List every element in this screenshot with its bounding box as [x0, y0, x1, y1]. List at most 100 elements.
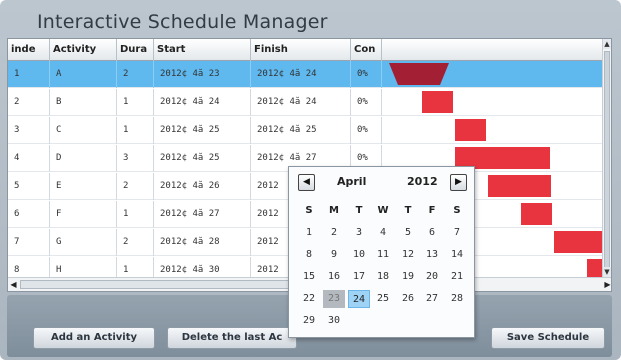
- calendar-day[interactable]: 9: [323, 246, 345, 264]
- cell-index[interactable]: 3: [8, 117, 50, 144]
- column-header-activity[interactable]: Activity: [50, 39, 117, 61]
- weekday-label: S: [305, 205, 313, 216]
- calendar-day[interactable]: 16: [323, 268, 345, 286]
- cell-activity[interactable]: A: [50, 61, 117, 88]
- cell-start[interactable]: 2012¢ 4ă 24: [154, 89, 251, 116]
- cell-start[interactable]: 2012¢ 4ă 26: [154, 173, 251, 200]
- calendar-day[interactable]: 13: [421, 246, 443, 264]
- cell-duration[interactable]: 2: [117, 229, 154, 256]
- cell-duration[interactable]: 1: [117, 201, 154, 228]
- weekday-label: T: [404, 205, 412, 216]
- gantt-summary-bar[interactable]: [389, 63, 449, 85]
- cell-duration[interactable]: 2: [117, 173, 154, 200]
- previous-month-button[interactable]: ◀: [298, 174, 315, 191]
- calendar-day[interactable]: 20: [421, 268, 443, 286]
- table-row[interactable]: 1 A 2 2012¢ 4ă 23 2012¢ 4ă 24 0%: [8, 61, 605, 88]
- cell-start[interactable]: 2012¢ 4ă 25: [154, 117, 251, 144]
- gantt-header: [382, 39, 605, 61]
- calendar-day[interactable]: 29: [298, 312, 320, 330]
- cell-activity[interactable]: G: [50, 229, 117, 256]
- cell-index[interactable]: 7: [8, 229, 50, 256]
- cell-index[interactable]: 5: [8, 173, 50, 200]
- cell-duration[interactable]: 2: [117, 61, 154, 88]
- calendar-day[interactable]: 15: [298, 268, 320, 286]
- calendar-day[interactable]: 30: [323, 312, 345, 330]
- scroll-down-icon[interactable]: ▼: [603, 267, 611, 277]
- table-row[interactable]: 2 B 1 2012¢ 4ă 24 2012¢ 4ă 24 0%: [8, 89, 605, 116]
- cell-index[interactable]: 4: [8, 145, 50, 172]
- calendar-day[interactable]: 26: [397, 290, 419, 308]
- vertical-scroll-thumb[interactable]: [604, 51, 610, 275]
- column-header-duration[interactable]: Dura: [117, 39, 154, 61]
- cell-finish[interactable]: 2012¢ 4ă 25: [251, 117, 351, 144]
- cell-duration[interactable]: 1: [117, 117, 154, 144]
- calendar-day[interactable]: 27: [421, 290, 443, 308]
- gantt-bar[interactable]: [455, 119, 486, 141]
- column-header-complete[interactable]: Con: [351, 39, 382, 61]
- calendar-day[interactable]: 5: [397, 224, 419, 242]
- calendar-day[interactable]: 6: [421, 224, 443, 242]
- calendar-day[interactable]: 23: [323, 290, 345, 308]
- calendar-day[interactable]: 3: [348, 224, 370, 242]
- cell-complete[interactable]: 0%: [351, 89, 382, 116]
- scroll-left-icon[interactable]: ◀: [8, 278, 19, 291]
- cell-activity[interactable]: F: [50, 201, 117, 228]
- calendar-day[interactable]: 4: [372, 224, 394, 242]
- cell-index[interactable]: 6: [8, 201, 50, 228]
- add-activity-button[interactable]: Add an Activity: [33, 327, 155, 349]
- calendar-day[interactable]: 12: [397, 246, 419, 264]
- calendar-day[interactable]: 2: [323, 224, 345, 242]
- cell-activity[interactable]: B: [50, 89, 117, 116]
- weekday-label: W: [377, 205, 389, 216]
- grid-header: inde Activity Dura Start Finish Con: [8, 39, 605, 61]
- calendar-day[interactable]: 7: [446, 224, 468, 242]
- save-schedule-button[interactable]: Save Schedule: [491, 327, 605, 349]
- calendar-day[interactable]: 21: [446, 268, 468, 286]
- calendar-year: 2012: [407, 175, 438, 188]
- cell-activity[interactable]: E: [50, 173, 117, 200]
- cell-complete[interactable]: 0%: [351, 117, 382, 144]
- cell-start[interactable]: 2012¢ 4ă 25: [154, 145, 251, 172]
- calendar-day[interactable]: 8: [298, 246, 320, 264]
- scroll-up-icon[interactable]: ▲: [603, 39, 611, 49]
- calendar-day[interactable]: 11: [372, 246, 394, 264]
- cell-duration[interactable]: 1: [117, 89, 154, 116]
- calendar-day[interactable]: 14: [446, 246, 468, 264]
- column-header-finish[interactable]: Finish: [251, 39, 351, 61]
- calendar-day[interactable]: 28: [446, 290, 468, 308]
- calendar-day[interactable]: 10: [348, 246, 370, 264]
- calendar-day[interactable]: 19: [397, 268, 419, 286]
- vertical-scrollbar[interactable]: ▲ ▼: [602, 39, 611, 277]
- cell-finish[interactable]: 2012¢ 4ă 24: [251, 61, 351, 88]
- calendar-month: April: [337, 175, 367, 188]
- gantt-bar[interactable]: [422, 91, 453, 113]
- cell-index[interactable]: 1: [8, 61, 50, 88]
- calendar-day[interactable]: 1: [298, 224, 320, 242]
- calendar-day[interactable]: 22: [298, 290, 320, 308]
- gantt-bar[interactable]: [488, 175, 551, 197]
- column-header-index[interactable]: inde: [8, 39, 50, 61]
- calendar-day[interactable]: 25: [372, 290, 394, 308]
- date-picker-popup: ◀ April 2012 ▶ S M T W T F S 1 2 3 4 5 6 7 8 9 10 11 12 13 1…: [288, 166, 475, 338]
- cell-start[interactable]: 2012¢ 4ă 23: [154, 61, 251, 88]
- weekday-label: S: [453, 205, 461, 216]
- cell-finish[interactable]: 2012¢ 4ă 24: [251, 89, 351, 116]
- app-title: Interactive Schedule Manager: [37, 11, 328, 33]
- column-header-start[interactable]: Start: [154, 39, 251, 61]
- cell-start[interactable]: 2012¢ 4ă 27: [154, 201, 251, 228]
- cell-complete[interactable]: 0%: [351, 61, 382, 88]
- delete-last-activity-button[interactable]: Delete the last Ac: [167, 327, 297, 349]
- cell-activity[interactable]: C: [50, 117, 117, 144]
- cell-index[interactable]: 2: [8, 89, 50, 116]
- cell-start[interactable]: 2012¢ 4ă 28: [154, 229, 251, 256]
- calendar-day[interactable]: 18: [372, 268, 394, 286]
- cell-duration[interactable]: 3: [117, 145, 154, 172]
- calendar-day[interactable]: 17: [348, 268, 370, 286]
- gantt-bar[interactable]: [521, 203, 552, 225]
- cell-activity[interactable]: D: [50, 145, 117, 172]
- table-row[interactable]: 3 C 1 2012¢ 4ă 25 2012¢ 4ă 25 0%: [8, 117, 605, 144]
- weekday-label: F: [428, 205, 436, 216]
- next-month-button[interactable]: ▶: [450, 174, 467, 191]
- calendar-day[interactable]: 24: [348, 290, 370, 308]
- scroll-right-icon[interactable]: ▶: [602, 278, 611, 291]
